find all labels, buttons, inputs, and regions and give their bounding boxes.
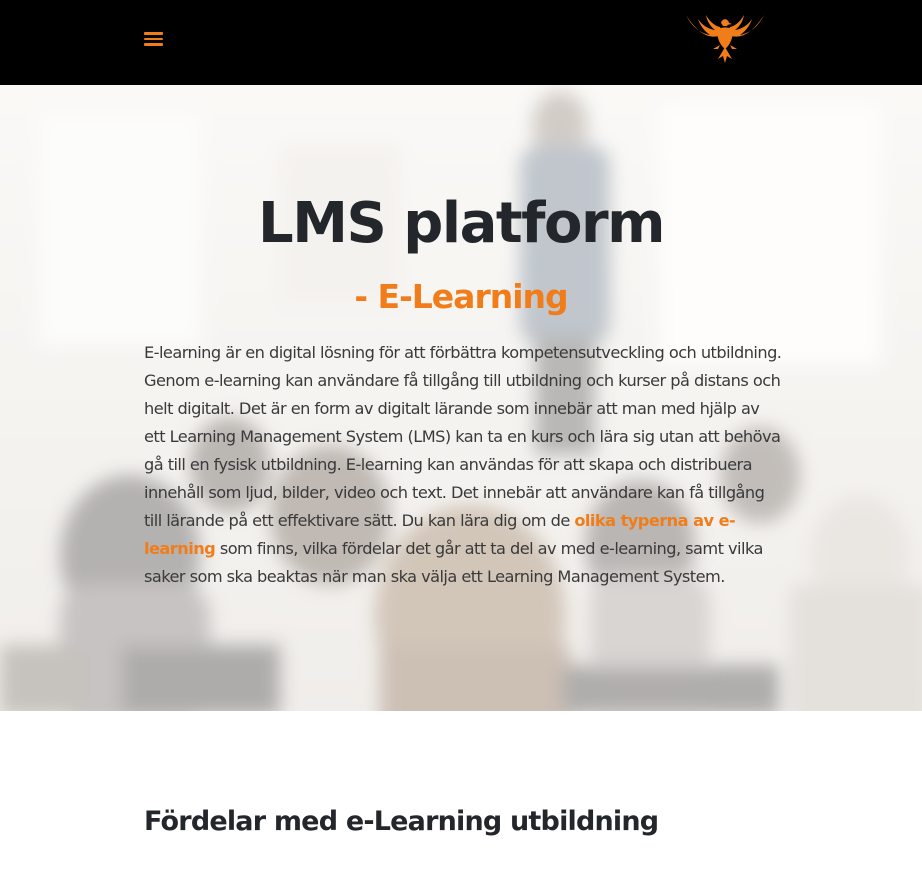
- intro-text-end: som finns, vilka fördelar det går att ta…: [144, 539, 763, 586]
- hero-section: LMS platform - E-Learning E-learning är …: [0, 85, 922, 711]
- page-subtitle: - E-Learning: [354, 277, 568, 316]
- benefits-heading: Fördelar med e-Learning utbildning: [144, 806, 659, 837]
- phoenix-logo-icon[interactable]: [682, 9, 768, 65]
- intro-paragraph: E-learning är en digital lösning för att…: [144, 339, 784, 591]
- hamburger-menu-icon[interactable]: [144, 32, 163, 46]
- site-header: [0, 0, 922, 85]
- intro-text-start: E-learning är en digital lösning för att…: [144, 343, 782, 530]
- page-title: LMS platform: [258, 191, 665, 256]
